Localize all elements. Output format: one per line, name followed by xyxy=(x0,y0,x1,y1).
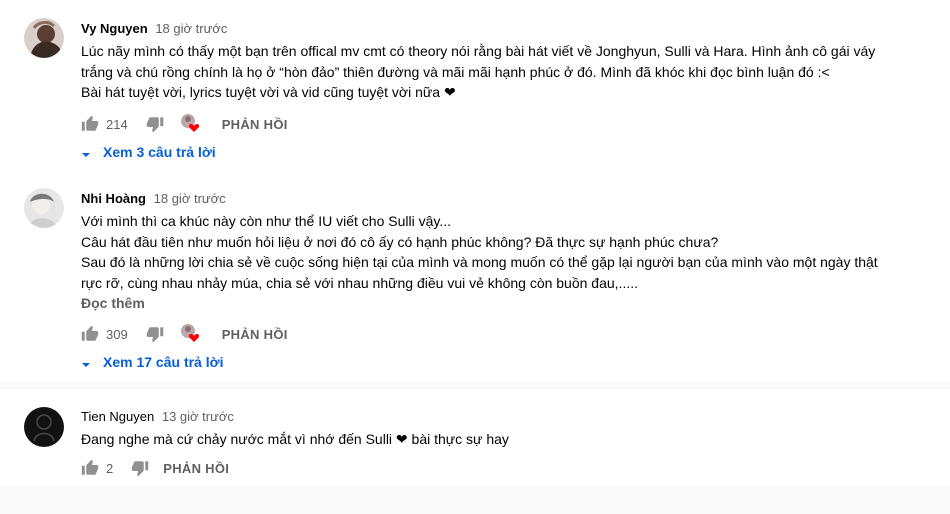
view-replies-label: Xem 3 câu trả lời xyxy=(103,144,216,160)
comment-line: Lúc nãy mình có thấy một bạn trên offica… xyxy=(81,43,876,59)
comment-header: Tien Nguyen 13 giờ trước xyxy=(81,409,234,424)
comments-section-continued: Tien Nguyen 13 giờ trước Đang nghe mà cứ… xyxy=(0,389,950,485)
thumb-up-icon[interactable] xyxy=(81,325,99,343)
timestamp[interactable]: 13 giờ trước xyxy=(162,409,234,424)
author-name[interactable]: Nhi Hoàng xyxy=(81,191,146,206)
view-replies-label: Xem 17 câu trả lời xyxy=(103,354,224,370)
comment-toolbar: 214 PHẢN HỒI xyxy=(81,112,288,136)
reply-button[interactable]: PHẢN HỒI xyxy=(222,327,288,342)
creator-heart-icon xyxy=(180,113,202,135)
caret-down-icon xyxy=(81,357,91,367)
comment-thread: Tien Nguyen 13 giờ trước Đang nghe mà cứ… xyxy=(24,407,924,482)
creator-heart-icon xyxy=(180,323,202,345)
like-count: 309 xyxy=(106,326,128,342)
like-count: 2 xyxy=(106,460,114,476)
view-replies-button[interactable]: Xem 3 câu trả lời xyxy=(81,144,216,160)
comment-header: Vy Nguyen 18 giờ trước xyxy=(81,21,227,36)
timestamp[interactable]: 18 giờ trước xyxy=(155,21,227,36)
comment-header: Nhi Hoàng 18 giờ trước xyxy=(81,191,226,206)
comment-line: Với mình thì ca khúc này còn như thể IU … xyxy=(81,213,452,229)
timestamp[interactable]: 18 giờ trước xyxy=(154,191,226,206)
comment-line: Sau đó là những lời chia sẻ về cuộc sống… xyxy=(81,254,878,270)
thumb-up-icon[interactable] xyxy=(81,459,99,477)
avatar[interactable] xyxy=(24,18,64,58)
comment-line: trắng và chú rồng chính là họ ở “hòn đảo… xyxy=(81,63,830,80)
thumb-up-icon[interactable] xyxy=(81,115,99,133)
author-name[interactable]: Tien Nguyen xyxy=(81,409,154,424)
caret-down-icon xyxy=(81,147,91,157)
avatar[interactable] xyxy=(24,407,64,447)
view-replies-button[interactable]: Xem 17 câu trả lời xyxy=(81,354,223,370)
author-name[interactable]: Vy Nguyen xyxy=(81,21,148,36)
comment-toolbar: 2 PHẢN HỒI xyxy=(81,456,229,480)
read-more-button[interactable]: Đọc thêm xyxy=(81,295,145,311)
thumb-down-icon[interactable] xyxy=(146,325,164,343)
comment-text: Đang nghe mà cứ chảy nước mắt vì nhớ đến… xyxy=(81,429,901,450)
comment-thread: Nhi Hoàng 18 giờ trước Với mình thì ca k… xyxy=(24,188,924,378)
avatar[interactable] xyxy=(24,188,64,228)
comment-line: Bài hát tuyệt vời, lyrics tuyệt vời và v… xyxy=(81,84,456,100)
like-count: 214 xyxy=(106,116,128,132)
thumb-down-icon[interactable] xyxy=(146,115,164,133)
reply-button[interactable]: PHẢN HỒI xyxy=(222,117,288,132)
comments-section: Vy Nguyen 18 giờ trước Lúc nãy mình có t… xyxy=(0,0,950,381)
comment-line: Đang nghe mà cứ chảy nước mắt vì nhớ đến… xyxy=(81,431,509,447)
thumb-down-icon[interactable] xyxy=(131,459,149,477)
comment-thread: Vy Nguyen 18 giờ trước Lúc nãy mình có t… xyxy=(24,18,924,168)
comment-line: rực rỡ, cùng nhau nhảy múa, chia sẻ với … xyxy=(81,274,639,291)
comment-toolbar: 309 PHẢN HỒI xyxy=(81,322,288,346)
comment-text: Lúc nãy mình có thấy một bạn trên offica… xyxy=(81,41,901,103)
comment-line: Câu hát đầu tiên như muốn hỏi liệu ở nơi… xyxy=(81,233,719,250)
comment-text: Với mình thì ca khúc này còn như thể IU … xyxy=(81,211,901,293)
reply-button[interactable]: PHẢN HỒI xyxy=(163,461,229,476)
